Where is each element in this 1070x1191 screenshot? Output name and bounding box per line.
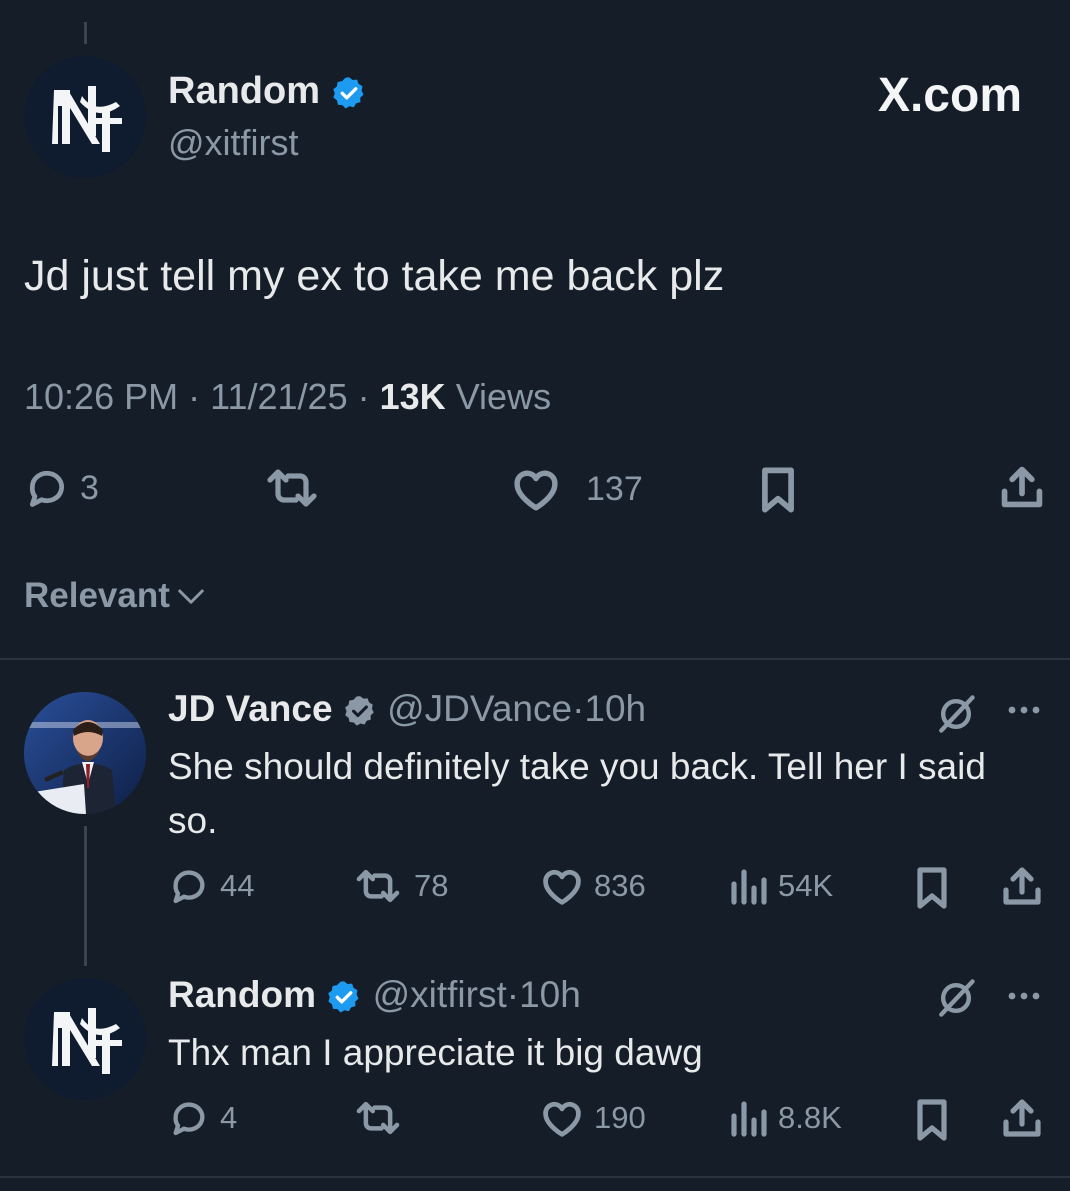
author-name[interactable]: Random: [168, 70, 367, 113]
separator: ·: [572, 688, 585, 729]
separator: ·: [357, 376, 370, 417]
comment-icon: [173, 1102, 205, 1136]
post-text: Jd just tell my ex to take me back plz: [24, 252, 725, 300]
like-count: 836: [594, 868, 646, 903]
reply-button[interactable]: 44: [168, 866, 254, 906]
reply-count: 44: [220, 868, 255, 903]
comment-icon: [173, 870, 205, 904]
like-button[interactable]: 836: [540, 866, 646, 906]
repost-icon: [356, 1101, 400, 1135]
views-label: Views: [455, 376, 552, 417]
reply-count: 3: [80, 468, 99, 507]
bookmark-icon: [762, 467, 794, 513]
bookmark-button[interactable]: [756, 466, 800, 514]
grok-icon[interactable]: [934, 976, 978, 1020]
separator: ·: [506, 974, 520, 1015]
repost-button[interactable]: [262, 466, 322, 510]
view-count: 54K: [778, 868, 834, 903]
author-handle[interactable]: @JDVance: [387, 688, 572, 729]
verified-badge-icon: [332, 77, 364, 109]
reply-header: Random @xitfirst·10h: [168, 974, 581, 1016]
grok-icon[interactable]: [934, 692, 978, 736]
verified-badge-icon: [344, 696, 374, 726]
author-name[interactable]: Random: [168, 974, 316, 1015]
chevron-down-icon: [178, 589, 204, 604]
sort-dropdown[interactable]: Relevant: [24, 576, 206, 616]
share-icon: [1003, 867, 1041, 905]
profile-photo: [24, 692, 146, 814]
author-name-text[interactable]: Random: [168, 70, 320, 112]
heart-icon: [543, 1101, 581, 1137]
repost-button[interactable]: 78: [352, 866, 448, 906]
more-icon[interactable]: [1004, 700, 1044, 720]
yankees-logo-icon: [24, 978, 146, 1100]
thread-line: [84, 22, 87, 44]
repost-icon: [356, 869, 400, 903]
share-icon: [1001, 466, 1043, 508]
views-count: 13K: [379, 376, 446, 417]
avatar[interactable]: [24, 692, 146, 814]
heart-icon: [514, 470, 558, 511]
author-handle[interactable]: @xitfirst: [168, 122, 299, 164]
share-button[interactable]: [998, 462, 1046, 512]
view-count: 8.8K: [778, 1100, 842, 1135]
separator: ·: [188, 376, 201, 417]
bookmark-button[interactable]: [912, 1098, 952, 1142]
views-button[interactable]: 8.8K: [728, 1098, 842, 1138]
author-name[interactable]: JD Vance: [168, 688, 333, 729]
reply-button[interactable]: 4: [168, 1098, 237, 1138]
more-icon[interactable]: [1004, 986, 1044, 1006]
reply-header: JD Vance @JDVance·10h: [168, 688, 646, 730]
post-meta: 10:26 PM · 11/21/25 · 13K Views: [24, 376, 551, 418]
share-button[interactable]: [1000, 1096, 1044, 1140]
author-handle[interactable]: @xitfirst: [373, 974, 507, 1015]
avatar[interactable]: [24, 978, 146, 1100]
avatar[interactable]: [24, 56, 146, 178]
site-watermark: X.com: [877, 69, 1022, 122]
post-date[interactable]: 11/21/25: [210, 376, 347, 417]
divider: [0, 658, 1070, 660]
reply-count: 4: [220, 1100, 238, 1135]
analytics-icon: [731, 869, 767, 905]
reply-button[interactable]: 3: [24, 466, 99, 510]
views-button[interactable]: 54K: [728, 866, 833, 906]
thread-line: [84, 826, 87, 966]
like-count: 137: [586, 469, 643, 508]
sort-label: Relevant: [24, 576, 170, 615]
analytics-icon: [731, 1101, 767, 1137]
verified-badge-icon: [328, 981, 359, 1013]
like-count: 190: [594, 1100, 646, 1135]
reply-text: She should definitely take you back. Tel…: [168, 746, 986, 841]
like-button[interactable]: 137: [510, 466, 643, 512]
post-time[interactable]: 10:26 PM: [24, 376, 178, 417]
post-age[interactable]: 10h: [519, 974, 581, 1015]
share-icon: [1003, 1099, 1041, 1137]
bookmark-button[interactable]: [912, 866, 952, 910]
post-age[interactable]: 10h: [584, 688, 646, 729]
divider: [0, 1176, 1070, 1178]
share-button[interactable]: [1000, 864, 1044, 908]
bookmark-icon: [917, 1099, 947, 1141]
repost-icon: [267, 469, 317, 507]
heart-icon: [543, 869, 581, 905]
reply-text: Thx man I appreciate it big dawg: [168, 1032, 703, 1073]
like-button[interactable]: 190: [540, 1098, 646, 1138]
bookmark-icon: [917, 867, 947, 909]
comment-icon: [29, 470, 65, 507]
repost-button[interactable]: [352, 1098, 404, 1138]
yankees-logo-icon: [24, 56, 146, 178]
repost-count: 78: [414, 868, 449, 903]
